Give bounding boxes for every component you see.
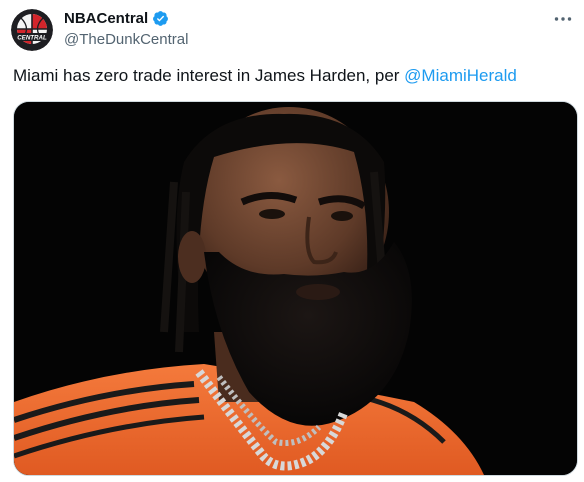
tweet-body: Miami has zero trade interest in James H… xyxy=(13,66,405,85)
more-horizontal-icon xyxy=(554,17,572,21)
nba-central-logo-icon: CENTRAL xyxy=(11,9,53,51)
more-options-button[interactable] xyxy=(550,8,576,30)
mention-link[interactable]: @MiamiHerald xyxy=(404,66,517,85)
tweet-media-photo[interactable] xyxy=(13,101,578,476)
svg-text:CENTRAL: CENTRAL xyxy=(17,35,47,42)
avatar[interactable]: CENTRAL xyxy=(11,9,53,51)
player-photo xyxy=(14,102,577,475)
author-name-row[interactable]: NBACentral xyxy=(64,10,169,27)
tweet-text: Miami has zero trade interest in James H… xyxy=(13,66,517,86)
verified-badge-icon xyxy=(152,10,169,27)
display-name[interactable]: NBACentral xyxy=(64,10,148,27)
author-handle[interactable]: @TheDunkCentral xyxy=(64,31,188,48)
tweet-card[interactable]: CENTRAL NBACentral @TheDunkCentral Miami… xyxy=(0,0,584,482)
